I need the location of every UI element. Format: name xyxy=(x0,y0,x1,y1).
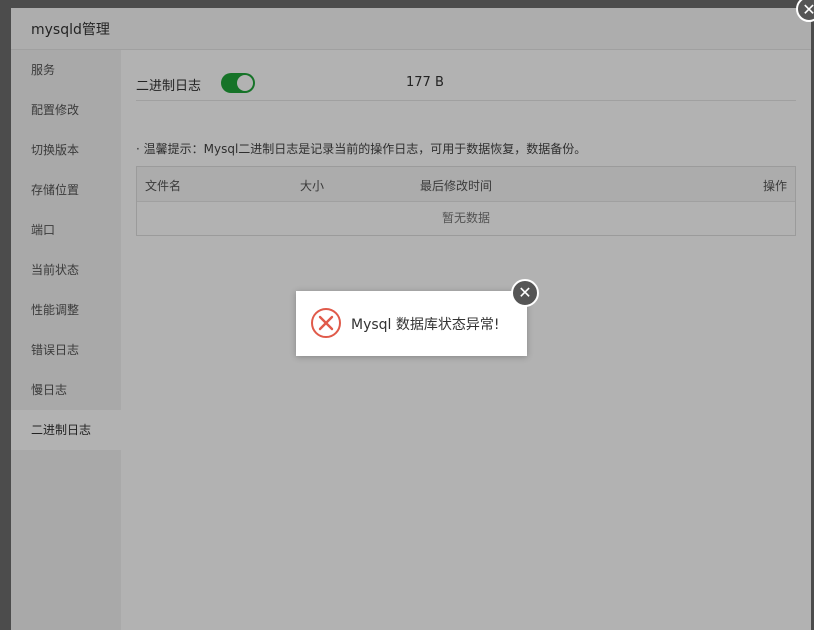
dialog-message: Mysql 数据库状态异常! xyxy=(351,317,500,333)
error-dialog: Mysql 数据库状态异常! ✕ xyxy=(296,279,539,356)
dialog-close-button[interactable]: ✕ xyxy=(511,279,539,307)
close-icon: ✕ xyxy=(518,283,532,302)
close-icon: ✕ xyxy=(802,0,814,19)
error-x-circle-icon xyxy=(311,308,341,338)
